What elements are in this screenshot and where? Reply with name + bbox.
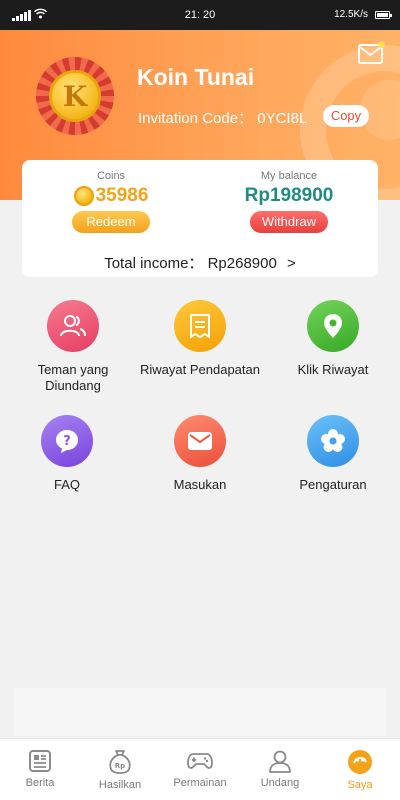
menu-label: Pengaturan <box>299 477 367 492</box>
svg-text:?: ? <box>63 434 71 449</box>
tab-label: Hasilkan <box>98 779 142 791</box>
chevron-right-icon: > <box>287 255 296 272</box>
menu-label: Teman yang Diundang <box>37 362 109 393</box>
redeem-button[interactable]: Redeem <box>72 211 150 233</box>
tab-saya[interactable]: Saya <box>320 749 400 791</box>
coins-value: 35986 <box>95 185 149 206</box>
status-bar: 21: 20 12.5K/s <box>0 0 400 30</box>
app-logo: K <box>36 57 114 135</box>
profile-icon <box>348 750 372 774</box>
withdraw-button[interactable]: Withdraw <box>250 211 328 233</box>
coins-section: Coins 35986 Redeem <box>22 170 200 233</box>
coin-icon <box>73 186 94 206</box>
menu-label: FAQ <box>53 477 80 492</box>
invitation-code: Invitation Code： 0YCI8L <box>138 110 308 127</box>
menu-label: Masukan <box>173 477 227 492</box>
money-bag-icon: Rp <box>109 750 131 774</box>
tab-hasilkan[interactable]: Rp Hasilkan <box>80 749 160 791</box>
mail-icon[interactable] <box>358 41 385 64</box>
network-speed: 12.5K/s <box>334 9 368 20</box>
tab-undang[interactable]: Undang <box>240 749 320 789</box>
friends-icon <box>47 300 99 352</box>
tab-permainan[interactable]: Permainan <box>160 749 240 789</box>
gear-flower-icon <box>307 415 359 467</box>
tab-label: Undang <box>260 777 300 789</box>
bottom-tab-bar: Berita Rp Hasilkan Permainan Undang Saya <box>0 738 400 800</box>
logo-letter: K <box>49 70 101 122</box>
question-icon: ? <box>41 415 93 467</box>
coins-label: Coins <box>96 170 126 182</box>
invite-user-icon <box>269 750 291 773</box>
balance-label: My balance <box>260 170 318 182</box>
app-name: Koin Tunai <box>137 64 255 90</box>
menu-feedback[interactable]: Masukan <box>135 415 265 493</box>
total-income-link[interactable]: Total income： Rp268900 > <box>22 252 378 273</box>
copy-button[interactable]: Copy <box>323 105 369 127</box>
menu-settings[interactable]: Pengaturan <box>268 415 398 493</box>
battery-icon <box>375 11 392 19</box>
svg-text:Rp: Rp <box>115 762 125 770</box>
total-income: Total income： Rp268900 <box>104 255 277 272</box>
envelope-icon <box>174 415 226 467</box>
menu-faq[interactable]: ? FAQ <box>2 415 132 493</box>
gamepad-icon <box>187 753 213 769</box>
notification-dot <box>378 41 385 48</box>
balance-value: Rp198900 <box>244 185 334 206</box>
menu-click-history[interactable]: Klik Riwayat <box>268 300 398 378</box>
balance-card: Coins 35986 Redeem My balance Rp198900 W… <box>22 160 378 277</box>
menu-earnings-history[interactable]: Riwayat Pendapatan <box>135 300 265 378</box>
menu-label: Klik Riwayat <box>297 362 369 377</box>
menu-label: Riwayat Pendapatan <box>140 362 260 377</box>
location-pin-icon <box>307 300 359 352</box>
tab-berita[interactable]: Berita <box>0 749 80 789</box>
tab-label: Permainan <box>173 777 227 789</box>
menu-invited-friends[interactable]: Teman yang Diundang <box>8 300 138 394</box>
tab-label: Saya <box>347 779 373 791</box>
tab-label: Berita <box>25 777 55 789</box>
news-icon <box>29 750 51 772</box>
balance-section: My balance Rp198900 Withdraw <box>200 170 378 233</box>
footer-band <box>14 688 386 736</box>
receipt-icon <box>174 300 226 352</box>
